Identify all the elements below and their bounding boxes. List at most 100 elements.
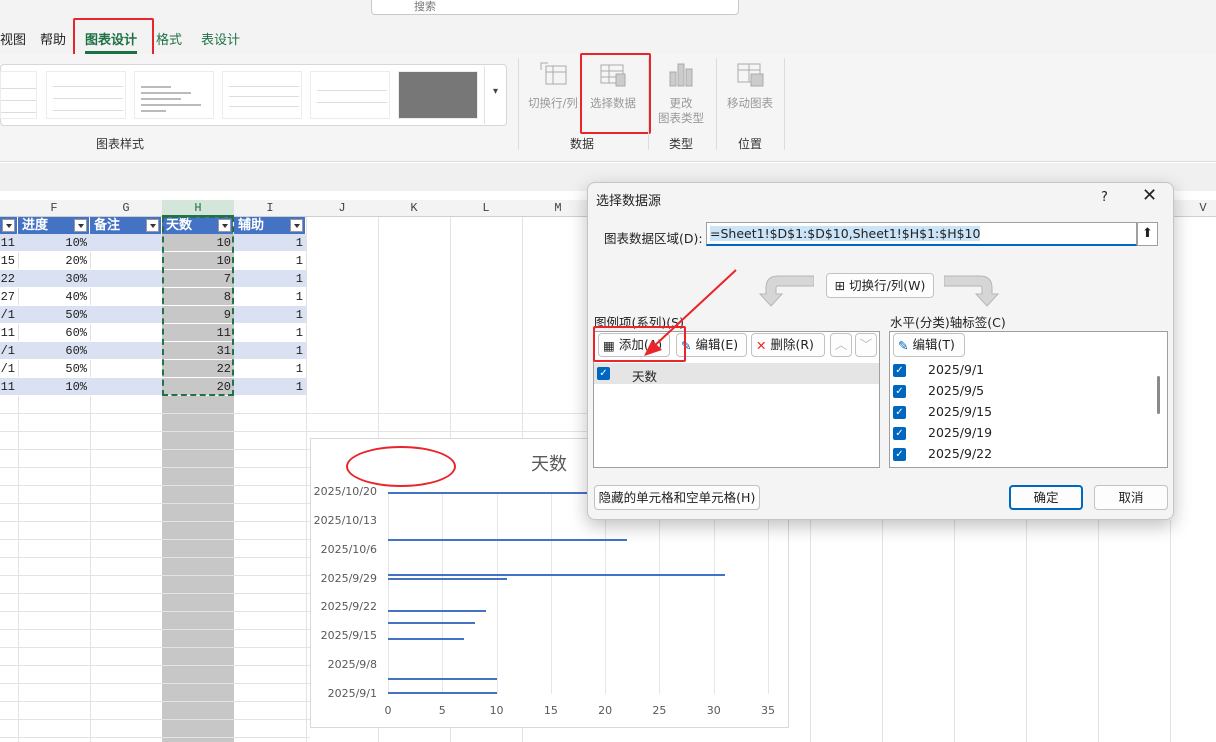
checkbox-checked-icon[interactable]: ✓ bbox=[893, 406, 906, 419]
move-down-button[interactable]: ﹀ bbox=[855, 333, 877, 357]
table-cell[interactable]: 20% bbox=[18, 252, 90, 270]
chart-bar[interactable] bbox=[388, 574, 725, 576]
column-header[interactable]: G bbox=[90, 200, 162, 217]
table-header-cell[interactable] bbox=[0, 217, 18, 234]
close-icon[interactable]: ✕ bbox=[1142, 185, 1157, 206]
table-cell[interactable]: 1 bbox=[234, 360, 306, 378]
checkbox-checked-icon[interactable]: ✓ bbox=[893, 427, 906, 440]
table-cell[interactable] bbox=[90, 360, 162, 378]
move-chart-button[interactable]: 移动图表 bbox=[720, 60, 780, 111]
search-input[interactable]: 搜索 bbox=[371, 0, 739, 15]
table-cell[interactable] bbox=[90, 288, 162, 306]
ok-button[interactable]: 确定 bbox=[1009, 485, 1083, 510]
chart-bar[interactable] bbox=[388, 539, 627, 541]
table-cell[interactable]: 27 bbox=[0, 288, 18, 306]
table-cell[interactable]: /1 bbox=[0, 306, 18, 324]
table-cell[interactable]: 60% bbox=[18, 324, 90, 342]
chart-bar[interactable] bbox=[388, 578, 508, 580]
table-header-cell[interactable]: 辅助 bbox=[234, 217, 306, 234]
table-cell[interactable] bbox=[90, 306, 162, 324]
help-icon[interactable]: ? bbox=[1101, 190, 1108, 205]
chart-style-thumb-6[interactable] bbox=[398, 71, 478, 119]
tab-format[interactable]: 格式 bbox=[156, 29, 182, 48]
table-cell[interactable] bbox=[90, 270, 162, 288]
table-header-cell[interactable]: 备注 bbox=[90, 217, 162, 234]
tab-help[interactable]: 帮助 bbox=[40, 29, 66, 48]
table-cell[interactable]: 1 bbox=[234, 342, 306, 360]
column-header[interactable]: K bbox=[378, 200, 450, 217]
table-cell[interactable]: /1 bbox=[0, 342, 18, 360]
cancel-button[interactable]: 取消 bbox=[1094, 485, 1168, 510]
table-cell[interactable]: 50% bbox=[18, 306, 90, 324]
table-cell[interactable]: 1 bbox=[234, 288, 306, 306]
table-cell[interactable]: 30% bbox=[18, 270, 90, 288]
group-label-data: 数据 bbox=[569, 137, 594, 151]
switch-row-col-button[interactable]: 切换行/列 bbox=[524, 60, 582, 111]
table-cell[interactable]: 1 bbox=[234, 378, 306, 396]
table-cell[interactable]: 1 bbox=[234, 324, 306, 342]
gallery-more-icon[interactable]: ▾ bbox=[484, 66, 506, 124]
column-header[interactable]: J bbox=[306, 200, 378, 217]
chart-title[interactable]: 天数 bbox=[531, 450, 567, 476]
column-header[interactable]: F bbox=[18, 200, 90, 217]
hidden-empty-cells-button[interactable]: 隐藏的单元格和空单元格(H) bbox=[594, 485, 760, 510]
column-header[interactable]: L bbox=[450, 200, 522, 217]
switch-row-column-button[interactable]: ⊞ 切换行/列(W) bbox=[826, 273, 934, 298]
filter-dropdown-icon[interactable] bbox=[146, 219, 159, 232]
column-header[interactable]: M bbox=[522, 200, 594, 217]
table-cell[interactable]: /1 bbox=[0, 360, 18, 378]
table-cell[interactable]: 10% bbox=[18, 234, 90, 252]
edit-axis-labels-button[interactable]: ✎ 编辑(T) bbox=[893, 333, 965, 357]
change-chart-type-button[interactable]: 更改 图表类型 bbox=[652, 60, 710, 126]
chart-bar[interactable] bbox=[388, 638, 464, 640]
chart-style-thumb-1[interactable] bbox=[0, 71, 37, 119]
table-cell[interactable] bbox=[90, 252, 162, 270]
table-cell[interactable]: 11 bbox=[0, 324, 18, 342]
scrollbar[interactable] bbox=[1157, 376, 1160, 414]
table-cell[interactable]: 15 bbox=[0, 252, 18, 270]
chart-bar[interactable] bbox=[388, 492, 606, 494]
table-cell[interactable]: 50% bbox=[18, 360, 90, 378]
column-header[interactable]: H bbox=[162, 200, 234, 217]
move-up-button[interactable]: ︿ bbox=[830, 333, 852, 357]
tab-view[interactable]: 视图 bbox=[0, 29, 26, 48]
edit-icon: ✎ bbox=[898, 337, 909, 353]
filter-dropdown-icon[interactable] bbox=[2, 219, 15, 232]
column-header[interactable]: V bbox=[1190, 200, 1216, 217]
chart-bar[interactable] bbox=[388, 622, 475, 624]
table-row: /1 50% 9 1 bbox=[0, 306, 306, 324]
collapse-dialog-icon[interactable]: ⬆ bbox=[1137, 222, 1158, 246]
chart-style-thumb-3[interactable] bbox=[134, 71, 214, 119]
chart-data-range-input[interactable]: =Sheet1!$D$1:$D$10,Sheet1!$H$1:$H$10 bbox=[706, 222, 1137, 246]
table-cell[interactable] bbox=[90, 378, 162, 396]
table-cell[interactable] bbox=[90, 234, 162, 252]
table-cell[interactable]: 11 bbox=[0, 234, 18, 252]
column-header[interactable]: I bbox=[234, 200, 306, 217]
filter-dropdown-icon[interactable] bbox=[290, 219, 303, 232]
chart-bar[interactable] bbox=[388, 610, 486, 612]
table-cell[interactable] bbox=[90, 324, 162, 342]
table-header-cell[interactable]: 进度 bbox=[18, 217, 90, 234]
chart-bar[interactable] bbox=[388, 678, 497, 680]
table-cell[interactable]: 10% bbox=[18, 378, 90, 396]
filter-dropdown-icon[interactable] bbox=[74, 219, 87, 232]
table-cell[interactable]: 22 bbox=[0, 270, 18, 288]
table-cell[interactable]: 1 bbox=[234, 252, 306, 270]
table-cell[interactable]: 1 bbox=[234, 306, 306, 324]
delete-series-button[interactable]: ✕ 删除(R) bbox=[751, 333, 825, 357]
chart-style-thumb-4[interactable] bbox=[222, 71, 302, 119]
chart-style-thumb-5[interactable] bbox=[310, 71, 390, 119]
checkbox-checked-icon[interactable]: ✓ bbox=[893, 364, 906, 377]
table-cell[interactable]: 1 bbox=[234, 270, 306, 288]
chart-bar[interactable] bbox=[388, 692, 497, 694]
checkbox-checked-icon[interactable]: ✓ bbox=[893, 448, 906, 461]
checkbox-checked-icon[interactable]: ✓ bbox=[893, 385, 906, 398]
table-cell[interactable]: 40% bbox=[18, 288, 90, 306]
chart-style-thumb-2[interactable] bbox=[46, 71, 126, 119]
table-cell[interactable]: 60% bbox=[18, 342, 90, 360]
tab-table-design[interactable]: 表设计 bbox=[201, 29, 240, 48]
checkbox-checked-icon[interactable]: ✓ bbox=[597, 367, 610, 380]
table-cell[interactable]: 1 bbox=[234, 234, 306, 252]
table-cell[interactable]: 11 bbox=[0, 378, 18, 396]
table-cell[interactable] bbox=[90, 342, 162, 360]
